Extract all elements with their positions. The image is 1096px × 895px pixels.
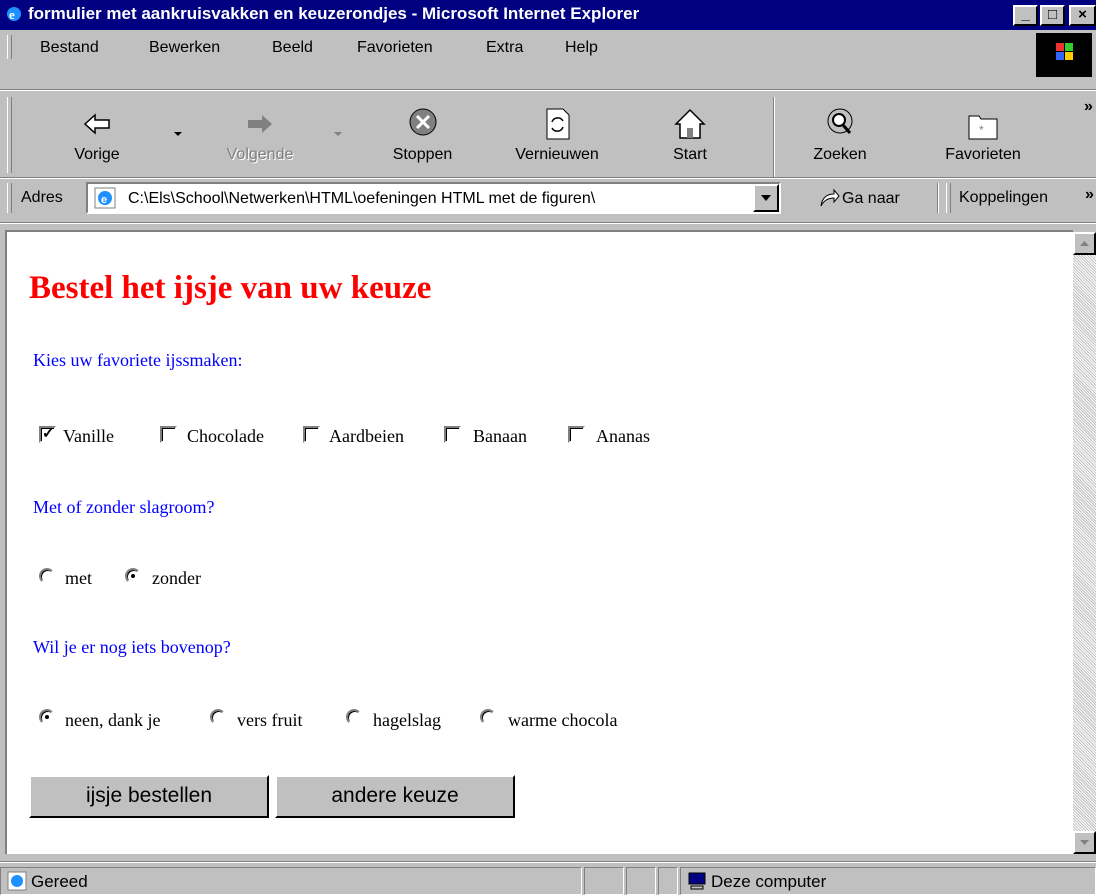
checkbox-chocolade[interactable] (160, 426, 177, 443)
checkbox-banaan[interactable] (444, 426, 461, 443)
reset-button[interactable]: andere keuze (275, 775, 515, 818)
label-chocolade: Chocolade (187, 426, 264, 446)
stop-icon (409, 108, 436, 136)
menu-beeld[interactable]: Beeld (272, 39, 313, 57)
windows-logo-icon (1036, 33, 1092, 77)
label-vanille: Vanille (63, 426, 114, 446)
ie-status-icon (7, 871, 27, 891)
forward-button[interactable]: Volgende (210, 100, 310, 176)
menu-favorieten[interactable]: Favorieten (357, 39, 433, 57)
svg-text:*: * (979, 123, 984, 137)
address-label: Adres (21, 189, 63, 206)
back-label: Vorige (74, 146, 120, 163)
back-arrow-icon (83, 113, 110, 135)
home-label: Start (673, 146, 707, 163)
address-field[interactable]: e C:\Els\School\Netwerken\HTML\oefeninge… (86, 182, 781, 214)
label-vers-fruit: vers fruit (237, 710, 303, 730)
status-panel-4 (658, 867, 678, 895)
favorites-button[interactable]: * Favorieten (928, 100, 1038, 176)
scroll-down-button[interactable] (1073, 831, 1096, 854)
vertical-scrollbar[interactable] (1073, 232, 1096, 854)
svg-text:e: e (101, 194, 107, 206)
links-button[interactable]: Koppelingen (959, 189, 1048, 207)
computer-icon (688, 872, 706, 890)
links-grip[interactable] (946, 183, 951, 213)
menu-help[interactable]: Help (565, 39, 598, 57)
address-value: C:\Els\School\Netwerken\HTML\oefeningen … (128, 190, 596, 207)
radio-zonder[interactable] (125, 568, 141, 584)
label-hagelslag: hagelslag (373, 710, 441, 730)
home-icon (674, 108, 706, 139)
refresh-button[interactable]: Vernieuwen (497, 100, 617, 176)
go-button[interactable]: Ga naar (818, 186, 928, 212)
links-chevron[interactable]: » (1085, 186, 1094, 204)
topping-question: Wil je er nog iets bovenop? (33, 637, 231, 657)
label-banaan: Banaan (473, 426, 527, 446)
window-title: formulier met aankruisvakken en keuzeron… (28, 4, 640, 23)
go-arrow-icon (820, 188, 840, 207)
status-panel-2 (584, 867, 624, 895)
status-panel: Gereed (0, 867, 582, 895)
radio-hagelslag[interactable] (346, 709, 362, 725)
search-button[interactable]: Zoeken (800, 100, 880, 176)
zone-text: Deze computer (711, 872, 827, 891)
refresh-label: Vernieuwen (515, 146, 599, 163)
title-bar[interactable]: e formulier met aankruisvakken en keuzer… (0, 0, 1096, 30)
close-button[interactable]: × (1069, 5, 1096, 26)
forward-arrow-icon (248, 115, 272, 133)
stop-button[interactable]: Stoppen (375, 100, 470, 176)
arrow-up-icon (1080, 241, 1089, 246)
cream-question: Met of zonder slagroom? (33, 497, 215, 517)
flavors-question: Kies uw favoriete ijssmaken: (33, 350, 243, 370)
label-ananas: Ananas (596, 426, 650, 446)
radio-vers-fruit[interactable] (210, 709, 226, 725)
forward-label: Volgende (226, 146, 294, 163)
back-button[interactable]: Vorige (52, 100, 142, 176)
svg-text:e: e (9, 7, 15, 22)
stop-label: Stoppen (392, 146, 453, 163)
go-label: Ga naar (842, 190, 900, 207)
label-zonder: zonder (152, 568, 201, 588)
page-content: Bestel het ijsje van uw keuze Kies uw fa… (5, 230, 1073, 854)
radio-warme-chocola[interactable] (480, 709, 496, 725)
address-grip[interactable] (7, 183, 12, 213)
favorites-label: Favorieten (945, 146, 1021, 163)
zone-panel: Deze computer (680, 867, 1096, 895)
status-panel-3 (626, 867, 656, 895)
minimize-button[interactable]: _ (1013, 5, 1038, 26)
toolbar-grip[interactable] (7, 97, 12, 173)
menu-grip[interactable] (7, 35, 12, 59)
menu-bewerken[interactable]: Bewerken (149, 39, 220, 57)
status-text: Gereed (31, 872, 88, 891)
scroll-up-button[interactable] (1073, 232, 1096, 255)
label-aardbeien: Aardbeien (329, 426, 404, 446)
home-button[interactable]: Start (650, 100, 730, 176)
label-warme-chocola: warme chocola (508, 710, 618, 730)
label-met: met (65, 568, 92, 588)
menu-extra[interactable]: Extra (486, 39, 523, 57)
address-dropdown-button[interactable] (753, 184, 779, 212)
search-label: Zoeken (813, 146, 867, 163)
radio-met[interactable] (39, 568, 55, 584)
label-neen: neen, dank je (65, 710, 161, 730)
search-globe-icon (827, 108, 853, 134)
favorites-folder-icon: * (968, 115, 998, 140)
arrow-down-icon (1080, 840, 1089, 845)
toolbar-chevron[interactable]: » (1084, 98, 1093, 116)
forward-dropdown-icon[interactable] (334, 132, 342, 136)
page-heading: Bestel het ijsje van uw keuze (29, 270, 432, 306)
ie-page-icon: e (94, 187, 116, 209)
checkbox-ananas[interactable] (568, 426, 585, 443)
radio-neen[interactable] (39, 709, 55, 725)
submit-button[interactable]: ijsje bestellen (29, 775, 269, 818)
checkbox-aardbeien[interactable] (303, 426, 320, 443)
checkbox-vanille[interactable]: ✓ (39, 425, 56, 443)
back-dropdown-icon[interactable] (174, 132, 182, 136)
maximize-button[interactable]: □ (1040, 5, 1065, 26)
menu-bestand[interactable]: Bestand (40, 39, 99, 57)
ie-logo-icon: e (7, 7, 21, 22)
refresh-icon (546, 108, 570, 140)
